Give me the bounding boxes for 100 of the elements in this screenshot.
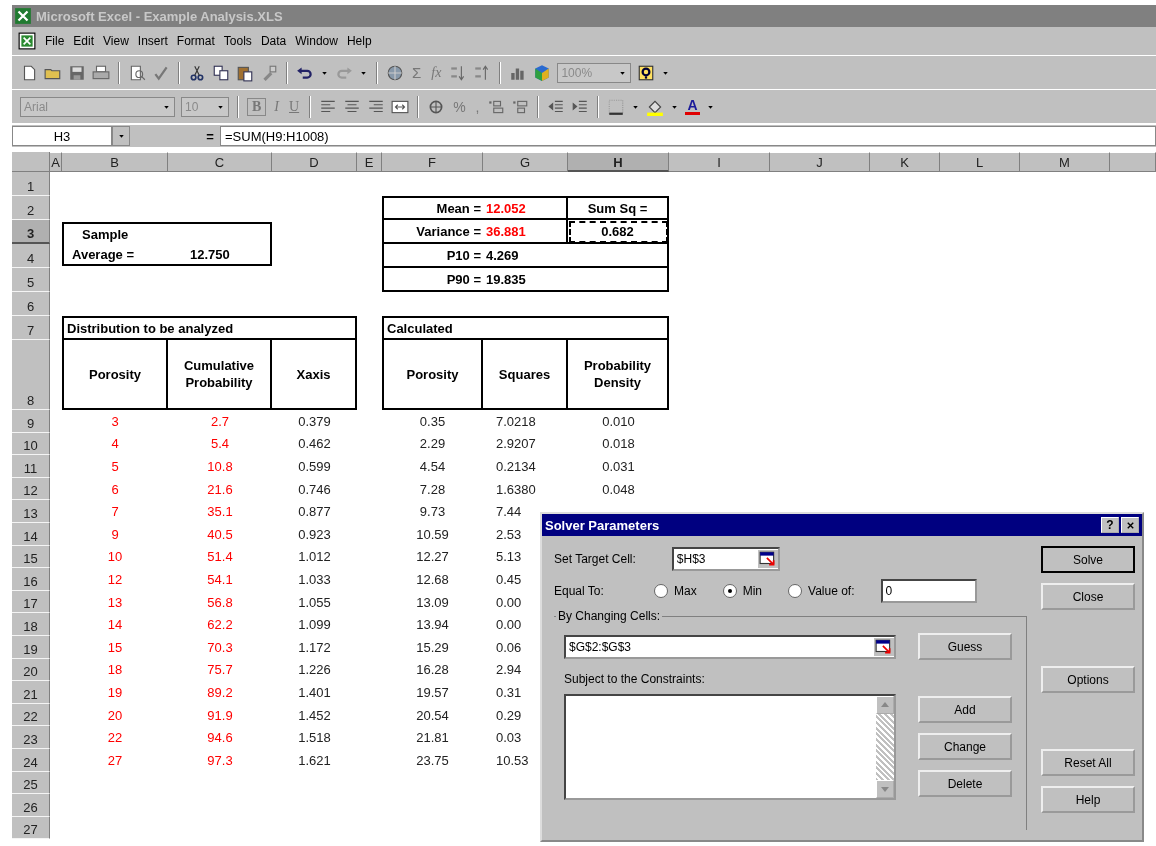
table-cell: 56.8: [207, 594, 233, 610]
row-header[interactable]: 5: [12, 268, 50, 292]
menu-item[interactable]: Help: [346, 34, 372, 48]
workbook-icon[interactable]: [18, 32, 36, 50]
row-header[interactable]: 18: [12, 613, 50, 636]
menu-item[interactable]: Tools: [223, 34, 252, 48]
target-cell-field[interactable]: $H$3: [671, 547, 780, 571]
dialog-button[interactable]: Help: [1041, 786, 1135, 813]
row-header[interactable]: 20: [12, 658, 50, 682]
table-cell: 27: [107, 752, 123, 768]
name-box[interactable]: H3: [12, 126, 112, 146]
column-header[interactable]: H: [568, 152, 669, 172]
row-header[interactable]: 9: [12, 410, 50, 433]
column-heading: Porosity: [382, 340, 483, 410]
table-cell: 2.29: [419, 436, 446, 452]
column-header[interactable]: A: [50, 152, 62, 172]
radio-option[interactable]: Max: [654, 584, 697, 598]
active-cell[interactable]: 0.682: [568, 220, 669, 244]
row-header[interactable]: 19: [12, 635, 50, 659]
row-header[interactable]: 3: [12, 220, 50, 244]
dialog-button[interactable]: Delete: [918, 770, 1012, 797]
column-header[interactable]: C: [168, 152, 272, 172]
dialog-button[interactable]: Reset All: [1041, 749, 1135, 776]
cell-picker-icon[interactable]: [757, 550, 778, 568]
table-cell: 0.746: [298, 481, 331, 497]
row-header[interactable]: 26: [12, 794, 50, 817]
value-field[interactable]: 0: [880, 579, 977, 603]
row-header[interactable]: 14: [12, 522, 50, 546]
row-header[interactable]: 4: [12, 244, 50, 268]
column-header[interactable]: D: [272, 152, 357, 172]
dialog-button[interactable]: Add: [918, 696, 1012, 723]
row-header[interactable]: 27: [12, 816, 50, 840]
row-header[interactable]: 13: [12, 500, 50, 523]
constraints-list[interactable]: [564, 694, 896, 800]
dialog-title: Solver Parameters: [545, 517, 660, 533]
radio-button[interactable]: [722, 584, 737, 598]
radio-option[interactable]: Min: [722, 584, 762, 598]
cell-picker-icon[interactable]: [874, 637, 894, 656]
row-header[interactable]: 6: [12, 292, 50, 316]
column-header[interactable]: M: [1020, 152, 1110, 172]
row-header[interactable]: 22: [12, 703, 50, 727]
row-header[interactable]: 15: [12, 545, 50, 569]
dialog-button[interactable]: Options: [1041, 666, 1135, 693]
row-header[interactable]: 16: [12, 568, 50, 591]
table-cell: 0.010: [602, 413, 635, 429]
menu-item[interactable]: Insert: [137, 34, 168, 48]
dialog-button[interactable]: Change: [918, 733, 1012, 760]
changing-cells-field[interactable]: $G$2:$G$3: [564, 634, 896, 659]
menu-item[interactable]: Format: [176, 34, 215, 48]
table-cell: 0.06: [496, 639, 522, 655]
scroll-up-icon[interactable]: [876, 696, 894, 714]
menu-item[interactable]: View: [103, 34, 129, 48]
dialog-button[interactable]: Close: [1041, 583, 1135, 610]
radio-button[interactable]: [788, 584, 802, 598]
row-header[interactable]: 1: [12, 172, 50, 196]
dialog-button[interactable]: Solve: [1041, 546, 1135, 573]
table-cell: 20: [107, 707, 123, 723]
column-header[interactable]: J: [770, 152, 870, 172]
table-cell: 0.00: [496, 617, 522, 633]
table-cell: 9: [111, 526, 119, 542]
column-header[interactable]: L: [940, 152, 1020, 172]
row-header[interactable]: 24: [12, 748, 50, 772]
scroll-down-icon[interactable]: [876, 780, 894, 798]
table-cell: 19: [107, 684, 123, 700]
column-header[interactable]: F: [382, 152, 483, 172]
radio-option[interactable]: Value of:: [788, 584, 855, 598]
column-header[interactable]: G: [483, 152, 568, 172]
formula-field[interactable]: =SUM(H9:H1008): [220, 126, 1156, 146]
menu-item[interactable]: File: [45, 34, 65, 48]
menu-item[interactable]: Edit: [73, 34, 95, 48]
menu-item[interactable]: Data: [260, 34, 287, 48]
column-header[interactable]: I: [669, 152, 770, 172]
row-header[interactable]: 10: [12, 432, 50, 456]
column-header[interactable]: [1110, 152, 1156, 172]
column-heading: Probability Density: [568, 340, 669, 410]
table-cell: 1.401: [298, 684, 331, 700]
table-title: Calculated: [382, 316, 669, 340]
row-header[interactable]: 7: [12, 316, 50, 340]
radio-button[interactable]: [654, 584, 668, 598]
row-header[interactable]: 25: [12, 771, 50, 795]
help-button[interactable]: ?: [1101, 517, 1119, 533]
row-header[interactable]: 23: [12, 726, 50, 749]
row-header[interactable]: 11: [12, 455, 50, 478]
row-header[interactable]: 17: [12, 590, 50, 614]
row-header[interactable]: 2: [12, 196, 50, 220]
column-header[interactable]: E: [357, 152, 382, 172]
row-header[interactable]: 21: [12, 681, 50, 704]
close-button[interactable]: [1121, 517, 1139, 533]
guess-button[interactable]: Guess: [918, 633, 1012, 660]
table-cell: 4.54: [419, 459, 446, 474]
table-cell: 18: [107, 662, 123, 678]
menu-item[interactable]: Window: [295, 34, 338, 48]
row-header[interactable]: 8: [12, 340, 50, 410]
row-header[interactable]: 12: [12, 477, 50, 501]
column-header[interactable]: B: [62, 152, 168, 172]
scrollbar[interactable]: [876, 696, 894, 798]
column-header[interactable]: K: [870, 152, 940, 172]
table-cell: 0.03: [496, 730, 522, 746]
table-cell: 0.031: [602, 459, 635, 474]
table-cell: 40.5: [207, 526, 233, 542]
